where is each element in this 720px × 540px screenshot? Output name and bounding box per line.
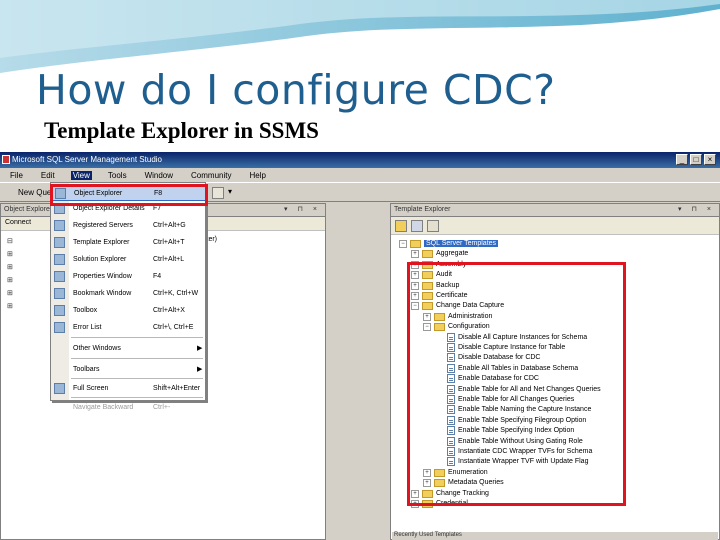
menu-separator [71, 337, 203, 338]
view-menu-item[interactable]: Solution Explorer Ctrl+Alt+L [51, 252, 207, 268]
menu-item-shortcut: Ctrl+K, Ctrl+W [153, 290, 199, 297]
compact-templates-icon[interactable] [427, 220, 439, 232]
menu-item-icon [54, 271, 65, 282]
pane-pin-close-icon[interactable]: ▾ ⊓ × [678, 205, 715, 213]
tree-node-label: Aggregate [436, 250, 469, 257]
menu-item-shortcut: Ctrl+\, Ctrl+E [153, 324, 194, 331]
menu-item-label: Properties Window [73, 273, 132, 280]
menu-item-label: Full Screen [73, 385, 109, 392]
tree-expander-icon[interactable]: ⊞ [7, 276, 13, 284]
view-menu-dropdown: Object Explorer F8 Object Explorer Details… [50, 182, 207, 411]
sql-templates-icon[interactable] [395, 220, 407, 232]
expand-icon[interactable]: + [411, 249, 419, 258]
menu-item-shortcut: F4 [153, 273, 162, 280]
menu-item-label: Toolbars [73, 366, 100, 373]
menu-item-shortcut: Ctrl+Alt+T [153, 239, 185, 246]
connect-button[interactable]: Connect [5, 219, 31, 226]
tree-node-folder[interactable]: + Aggregate [411, 248, 468, 259]
menu-item-shortcut: Ctrl+Alt+X [153, 307, 185, 314]
submenu-arrow-icon: ▶ [197, 366, 203, 373]
menu-item-shortcut: Ctrl+Alt+L [153, 256, 185, 263]
highlight-box-cdc-templates [407, 262, 626, 506]
view-menu-item[interactable]: Toolbars ▶ [51, 362, 207, 378]
slide-title: How do I configure CDC? [36, 66, 556, 114]
menu-item-label: Template Explorer [73, 239, 130, 246]
menu-tools[interactable]: Tools [106, 171, 129, 180]
template-explorer-header: Template Explorer ▾ ⊓ × [391, 204, 719, 217]
toolbar-overflow-icon[interactable]: ▾ [228, 187, 240, 199]
slide-subtitle: Template Explorer in SSMS [44, 118, 319, 143]
menu-item-label: Toolbox [73, 307, 98, 314]
view-menu-item[interactable]: Error List Ctrl+\, Ctrl+E [51, 320, 207, 336]
ssms-app-icon [2, 155, 10, 164]
menu-bar: File Edit View Tools Window Community Help [0, 168, 720, 182]
tree-expander-icon[interactable]: ⊞ [7, 250, 13, 258]
menu-item-shortcut: Ctrl+Alt+G [153, 222, 186, 229]
menu-item-icon [54, 305, 65, 316]
folder-icon [410, 239, 421, 248]
view-menu-item[interactable]: Template Explorer Ctrl+Alt+T [51, 235, 207, 251]
menu-item-label: Other Windows [73, 345, 121, 352]
menu-item-label: Navigate Backward [73, 404, 134, 411]
analysis-templates-icon[interactable] [411, 220, 423, 232]
view-menu-item[interactable]: Registered Servers Ctrl+Alt+G [51, 218, 207, 234]
highlight-box-object-explorer [50, 184, 208, 206]
menu-item-label: Solution Explorer [73, 256, 127, 263]
pane-pin-close-icon[interactable]: ▾ ⊓ × [284, 205, 321, 213]
folder-icon [422, 249, 433, 258]
menu-item-label: Registered Servers [73, 222, 133, 229]
menu-file[interactable]: File [8, 171, 25, 180]
tree-node-label: SQL Server Templates [424, 240, 499, 247]
window-titlebar: Microsoft SQL Server Management Studio _… [0, 152, 720, 168]
view-menu-item[interactable]: Full Screen Shift+Alt+Enter [51, 381, 207, 397]
template-explorer-toolbar [391, 217, 719, 235]
menu-window[interactable]: Window [143, 171, 175, 180]
toolbar-icon[interactable] [212, 187, 224, 199]
menu-item-icon [54, 383, 65, 394]
submenu-arrow-icon: ▶ [197, 345, 203, 352]
minimize-icon[interactable]: _ [676, 154, 688, 165]
tree-expander-icon[interactable]: ⊞ [7, 263, 13, 271]
close-icon[interactable]: × [704, 154, 716, 165]
menu-separator [71, 397, 203, 398]
tree-expander-icon[interactable]: ⊟ [7, 237, 13, 245]
menu-item-icon [54, 254, 65, 265]
menu-item-icon [54, 288, 65, 299]
menu-item-label: Object Explorer Details [73, 205, 145, 212]
recent-templates-label: Recently Used Templates [392, 532, 718, 540]
view-menu-item: Navigate Backward Ctrl+- [51, 400, 207, 416]
menu-separator [71, 378, 203, 379]
tree-expander-icon[interactable]: ⊞ [7, 302, 13, 310]
menu-item-shortcut: Ctrl+- [153, 404, 171, 411]
menu-item-shortcut: Shift+Alt+Enter [153, 385, 201, 392]
window-title: Microsoft SQL Server Management Studio [12, 155, 162, 164]
view-menu-item[interactable]: Toolbox Ctrl+Alt+X [51, 303, 207, 319]
menu-item-label: Bookmark Window [73, 290, 132, 297]
menu-item-icon [54, 220, 65, 231]
menu-community[interactable]: Community [189, 171, 233, 180]
menu-item-label: Error List [73, 324, 102, 331]
ssms-screenshot: Microsoft SQL Server Management Studio _… [0, 152, 720, 540]
maximize-icon[interactable]: □ [690, 154, 702, 165]
menu-item-shortcut: F7 [153, 205, 162, 212]
menu-view[interactable]: View [70, 170, 92, 180]
tree-expander-icon[interactable]: ⊞ [7, 289, 13, 297]
menu-item-icon [54, 322, 65, 333]
view-menu-item[interactable]: Other Windows ▶ [51, 341, 207, 357]
view-menu-item[interactable]: Properties Window F4 [51, 269, 207, 285]
menu-separator [71, 358, 203, 359]
window-controls: _ □ × [676, 154, 716, 165]
menu-help[interactable]: Help [247, 171, 267, 180]
view-menu-item[interactable]: Bookmark Window Ctrl+K, Ctrl+W [51, 286, 207, 302]
menu-item-icon [54, 237, 65, 248]
collapse-icon[interactable]: − [399, 239, 407, 248]
menu-edit[interactable]: Edit [39, 171, 57, 180]
